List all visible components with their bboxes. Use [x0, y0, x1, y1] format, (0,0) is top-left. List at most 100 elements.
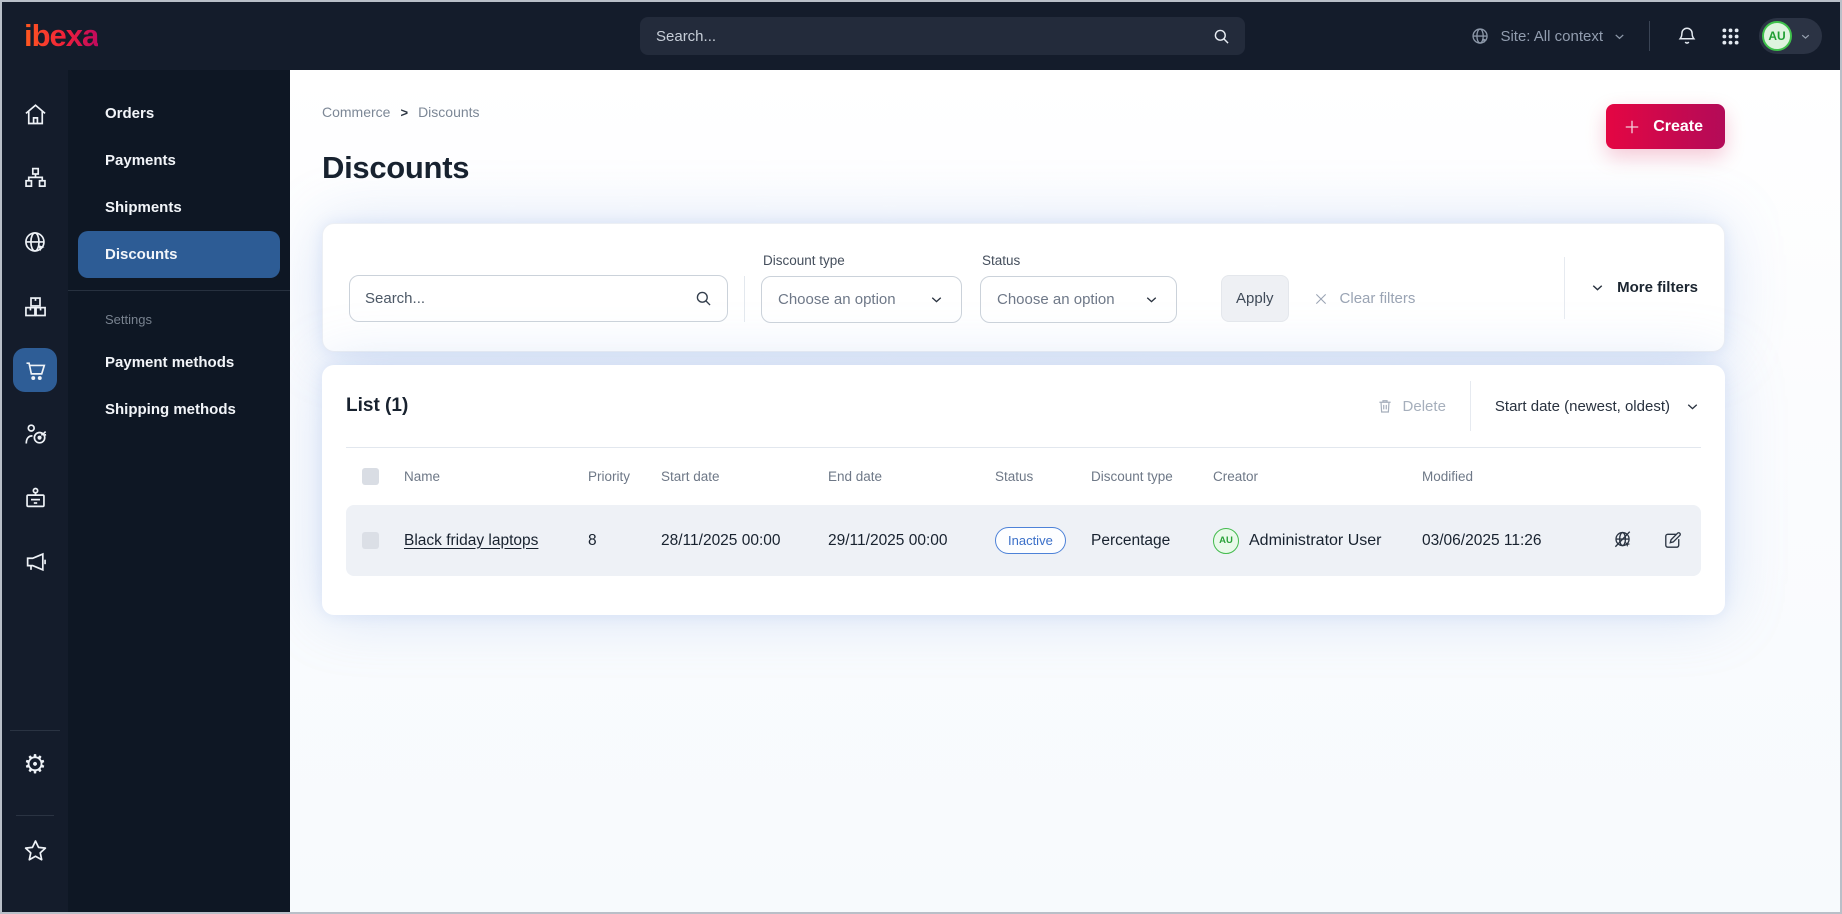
rail-divider — [10, 730, 60, 731]
col-priority: Priority — [588, 469, 631, 484]
global-search[interactable] — [640, 17, 1245, 55]
select-all-checkbox[interactable] — [362, 468, 379, 485]
site-context-selector[interactable]: Site: All context — [1470, 26, 1627, 47]
search-icon — [696, 291, 711, 306]
commerce-sidebar: Orders Payments Shipments Discounts Sett… — [68, 70, 290, 912]
nav-site[interactable] — [13, 220, 57, 264]
chevron-down-icon — [1146, 296, 1157, 302]
cell-modified: 03/06/2025 11:26 — [1422, 531, 1542, 549]
corporate-badge-icon — [25, 487, 45, 507]
col-start-date: Start date — [661, 469, 720, 484]
discount-type-label: Discount type — [763, 252, 845, 268]
site-globe-icon — [1472, 27, 1489, 44]
table-header-row: Name Priority Start date End date Status… — [346, 448, 1701, 505]
chevron-down-icon — [1801, 34, 1810, 39]
chevron-down-icon — [1615, 33, 1624, 39]
more-filters-label: More filters — [1617, 279, 1698, 296]
nav-marketing[interactable] — [13, 540, 57, 584]
edit-icon[interactable] — [1661, 529, 1684, 552]
app-grid-icon — [1722, 27, 1739, 45]
rail-divider-2 — [16, 815, 54, 816]
global-search-input[interactable] — [656, 27, 1212, 45]
home-icon — [24, 103, 46, 124]
nav-icon-rail: ⚙ — [2, 70, 68, 912]
clear-x-icon — [1315, 293, 1326, 304]
gear-icon: ⚙ — [23, 750, 47, 780]
topbar-divider — [1649, 21, 1650, 51]
search-icon[interactable] — [1212, 27, 1231, 46]
creator-avatar: AU — [1213, 527, 1239, 554]
nav-commerce[interactable] — [13, 348, 57, 392]
clear-filters-button[interactable]: Clear filters — [1313, 290, 1415, 307]
cell-discount-type: Percentage — [1091, 531, 1171, 549]
filter-status: Status Choose an option — [980, 253, 1177, 323]
marketing-megaphone-icon — [26, 552, 46, 571]
status-value: Choose an option — [997, 290, 1115, 308]
breadcrumb-separator: > — [400, 104, 409, 120]
chevron-down-icon — [1592, 285, 1603, 291]
row-checkbox[interactable] — [362, 532, 379, 549]
notifications-button[interactable] — [1672, 21, 1702, 51]
cell-start-date: 28/11/2025 00:00 — [661, 531, 781, 549]
site-context-label: Site: All context — [1500, 27, 1603, 45]
sidebar-item-payment-methods[interactable]: Payment methods — [78, 339, 280, 386]
breadcrumb-discounts[interactable]: Discounts — [418, 104, 479, 120]
nav-admin-settings[interactable]: ⚙ — [13, 743, 57, 787]
apply-button[interactable]: Apply — [1221, 275, 1289, 322]
filter-tall-divider — [1564, 256, 1566, 319]
list-search[interactable] — [349, 275, 728, 322]
nav-content-tree[interactable] — [13, 156, 57, 200]
breadcrumb: Commerce > Discounts — [322, 100, 480, 120]
nav-customers[interactable] — [13, 412, 57, 456]
sidebar-item-discounts[interactable]: Discounts — [78, 231, 280, 278]
sidebar-item-payments[interactable]: Payments — [78, 137, 280, 184]
sidebar-item-shipping-methods[interactable]: Shipping methods — [78, 386, 280, 433]
customers-target-icon — [24, 423, 46, 444]
filters-bar: Discount type Choose an option Status Ch… — [322, 223, 1725, 352]
col-status: Status — [995, 469, 1034, 484]
col-name: Name — [404, 469, 441, 484]
discount-type-value: Choose an option — [778, 290, 896, 308]
filter-divider — [744, 275, 745, 322]
col-end-date: End date — [828, 469, 883, 484]
chevron-down-icon — [1687, 403, 1698, 409]
app-launcher-button[interactable] — [1716, 22, 1745, 51]
table-row: Black friday laptops 8 28/11/2025 00:00 … — [346, 505, 1701, 576]
ibexa-logo[interactable]: ibexa — [24, 18, 99, 54]
preview-disabled-icon[interactable] — [1612, 529, 1635, 552]
status-select[interactable]: Choose an option — [980, 275, 1177, 323]
delete-button[interactable]: Delete — [1376, 397, 1446, 415]
discount-type-select[interactable]: Choose an option — [761, 275, 962, 323]
delete-label: Delete — [1402, 397, 1446, 415]
user-menu[interactable]: AU — [1759, 18, 1822, 54]
nav-corporate[interactable] — [13, 476, 57, 520]
sort-label: Start date (newest, oldest) — [1494, 397, 1670, 415]
site-globe-cursor-icon — [24, 231, 45, 252]
main-content: Commerce > Discounts Discounts Create Se… — [290, 70, 1840, 912]
nav-home[interactable] — [13, 92, 57, 136]
col-creator: Creator — [1213, 469, 1259, 484]
sidebar-item-shipments[interactable]: Shipments — [78, 184, 280, 231]
app-window: ibexa Site: All context — [0, 0, 1842, 914]
breadcrumb-commerce[interactable]: Commerce — [322, 104, 390, 120]
discount-name-link[interactable]: Black friday laptops — [404, 532, 538, 549]
nav-bookmarks[interactable] — [13, 828, 57, 872]
row-actions — [1602, 529, 1701, 552]
sidebar-item-orders[interactable]: Orders — [78, 90, 280, 137]
col-modified: Modified — [1422, 469, 1474, 484]
content-tree-icon — [24, 167, 46, 187]
commerce-cart-icon — [26, 361, 45, 380]
status-label: Status — [982, 252, 1021, 268]
bell-icon — [1678, 27, 1696, 44]
avatar: AU — [1762, 21, 1792, 51]
more-filters-button[interactable]: More filters — [1589, 279, 1698, 296]
sort-selector[interactable]: Start date (newest, oldest) — [1495, 398, 1701, 415]
create-button[interactable]: Create — [1606, 104, 1725, 149]
plus-icon — [1622, 117, 1642, 137]
topbar-right-group: Site: All context AU — [1470, 18, 1822, 54]
discounts-list: List (1) Delete Start date (newest, olde… — [322, 365, 1725, 615]
products-boxes-icon — [24, 296, 46, 316]
nav-products[interactable] — [13, 284, 57, 328]
page-header: Commerce > Discounts Discounts Create — [322, 100, 1725, 186]
list-search-input[interactable] — [365, 290, 694, 307]
